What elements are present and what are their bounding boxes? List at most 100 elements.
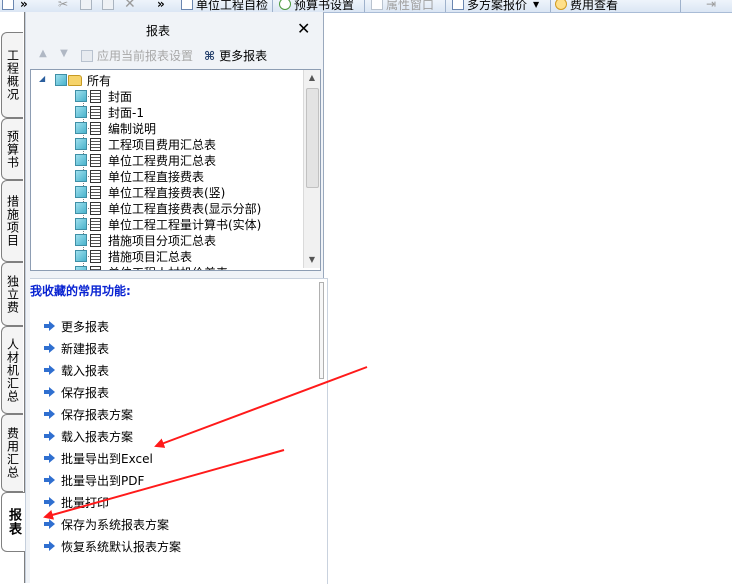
scroll-down-icon[interactable]: ▼ [304, 252, 320, 268]
tree-item[interactable]: 措施项目分项汇总表 [75, 232, 216, 248]
tab-labor-material-summary[interactable]: 人材机汇总 [1, 326, 23, 414]
tree-item[interactable]: 封面-1 [75, 104, 144, 120]
more-reports-label: 更多报表 [219, 49, 268, 63]
report-document-icon [90, 217, 101, 231]
delete-icon[interactable]: ✕ [124, 0, 136, 12]
tree-item[interactable]: 单位工程直接费表 [75, 168, 204, 184]
tree-checkbox[interactable] [75, 250, 87, 262]
favorite-item[interactable]: 恢复系统默认报表方案 [44, 537, 181, 555]
apply-report-settings-button[interactable]: 应用当前报表设置 [81, 47, 193, 64]
tree-scrollbar[interactable]: ▲ ▼ [303, 70, 320, 268]
favorite-item[interactable]: 保存报表 [44, 383, 109, 401]
tree-item-label: 单位工程人材机价差表 [108, 264, 228, 271]
favorite-item[interactable]: 批量导出到Excel [44, 449, 153, 467]
tree-checkbox[interactable] [75, 106, 87, 118]
tree-checkbox[interactable] [75, 202, 87, 214]
favorite-item[interactable]: 更多报表 [44, 317, 109, 335]
tree-checkbox[interactable] [75, 234, 87, 246]
toolbar-end-icon[interactable]: ⇥ [706, 0, 716, 12]
tree-item[interactable]: 单位工程工程量计算书(实体) [75, 216, 261, 232]
tab-label: 预算书 [5, 129, 20, 169]
tab-label: 报表 [6, 508, 21, 536]
tree-checkbox[interactable] [75, 186, 87, 198]
report-document-icon [90, 89, 101, 103]
scroll-up-icon[interactable]: ▲ [304, 70, 320, 86]
favorite-item[interactable]: 保存为系统报表方案 [44, 515, 169, 533]
gear-icon [279, 0, 291, 10]
scroll-thumb[interactable] [306, 88, 319, 188]
favorite-item-label: 批量导出到PDF [61, 473, 145, 488]
tab-label: 工程概况 [5, 49, 20, 101]
report-tree[interactable]: ◢ 所有 封面 封面-1 编制说明 工程项目费用汇总表 单位工程费用汇总表 单位工程直接费… [30, 69, 321, 271]
favorite-item[interactable]: 批量打印 [44, 493, 109, 511]
tab-measure-items[interactable]: 措施项目 [1, 180, 23, 262]
more-reports-button[interactable]: ⌘ 更多报表 [204, 47, 267, 64]
arrow-right-icon [44, 364, 56, 376]
move-up-icon[interactable]: ▲ [38, 49, 48, 59]
favorite-item[interactable]: 载入报表 [44, 361, 109, 379]
tree-item[interactable]: 封面 [75, 88, 132, 104]
tab-project-overview[interactable]: 工程概况 [1, 32, 23, 118]
tree-checkbox[interactable] [75, 218, 87, 230]
tree-item[interactable]: 单位工程费用汇总表 [75, 152, 216, 168]
tree-checkbox[interactable] [75, 122, 87, 134]
tree-checkbox[interactable] [55, 74, 67, 86]
close-icon[interactable]: ✕ [297, 20, 310, 38]
favorite-item-label: 更多报表 [61, 319, 110, 334]
tree-item[interactable]: 单位工程人材机价差表 [75, 264, 228, 271]
tab-independent-fee[interactable]: 独立费 [1, 262, 23, 326]
arrow-right-icon [44, 320, 56, 332]
tree-item-label: 封面-1 [108, 105, 144, 120]
tree-item-label: 措施项目汇总表 [108, 249, 193, 264]
panel-header: 报表 ✕ [26, 20, 323, 39]
copy-icon[interactable] [80, 0, 95, 12]
tree-checkbox[interactable] [75, 154, 87, 166]
tree-item[interactable]: 编制说明 [75, 120, 156, 136]
list-icon [452, 0, 464, 10]
budget-settings-button[interactable]: 预算书设置 [279, 0, 354, 12]
tree-item[interactable]: 单位工程直接费表(竖) [75, 184, 225, 200]
apply-label: 应用当前报表设置 [97, 49, 194, 63]
move-down-icon[interactable]: ▼ [59, 49, 69, 59]
favorite-item[interactable]: 批量导出到PDF [44, 471, 144, 489]
tree-checkbox[interactable] [75, 138, 87, 150]
report-document-icon [90, 249, 101, 263]
tab-reports[interactable]: 报表 [1, 492, 25, 552]
collapse-triangle-icon[interactable]: ◢ [39, 74, 45, 83]
arrow-right-icon [44, 518, 56, 530]
toolbar-overflow-left[interactable]: » [20, 0, 28, 12]
binoculars-icon: ⌘ [204, 48, 216, 63]
favorite-item-label: 保存报表方案 [61, 407, 134, 422]
tree-item[interactable]: 单位工程直接费表(显示分部) [75, 200, 261, 216]
tree-root-node[interactable]: 所有 [55, 72, 111, 88]
tab-budget-book[interactable]: 预算书 [1, 118, 23, 180]
favorite-item-label: 新建报表 [61, 341, 110, 356]
cut-icon[interactable]: ✂ [58, 0, 68, 12]
favorites-scrollbar[interactable] [319, 282, 324, 379]
paste-icon[interactable] [102, 0, 117, 12]
favorite-item[interactable]: 保存报表方案 [44, 405, 133, 423]
favorites-panel: 我收藏的常用功能: 更多报表 新建报表 载入报表 保存报表 保存报表方案 载入报表方案 批量… [30, 278, 328, 584]
report-document-icon [90, 265, 101, 270]
cost-view-button[interactable]: 费用查看 [555, 0, 618, 12]
tree-checkbox[interactable] [75, 170, 87, 182]
favorite-item[interactable]: 新建报表 [44, 339, 109, 357]
tree-checkbox[interactable] [75, 266, 87, 270]
tree-item-label: 编制说明 [108, 121, 157, 136]
toolbar-overflow-right[interactable]: » [157, 0, 165, 12]
tab-label: 独立费 [5, 274, 20, 314]
tree-item-label: 单位工程直接费表(显示分部) [108, 201, 262, 216]
tree-checkbox[interactable] [75, 90, 87, 102]
tree-item-label: 封面 [108, 89, 133, 104]
multi-plan-quote-button[interactable]: 多方案报价 ▼ [452, 0, 539, 12]
favorite-item[interactable]: 载入报表方案 [44, 427, 133, 445]
chevron-down-icon[interactable]: ▼ [533, 0, 539, 9]
tab-label: 措施项目 [5, 195, 20, 247]
self-check-button[interactable]: 单位工程自检 [181, 0, 268, 12]
properties-window-button[interactable]: 属性窗口 [371, 0, 434, 12]
new-file-icon[interactable] [2, 0, 17, 12]
tree-item[interactable]: 工程项目费用汇总表 [75, 136, 216, 152]
tree-item[interactable]: 措施项目汇总表 [75, 248, 192, 264]
arrow-right-icon [44, 342, 56, 354]
tab-fee-summary[interactable]: 费用汇总 [1, 414, 23, 492]
